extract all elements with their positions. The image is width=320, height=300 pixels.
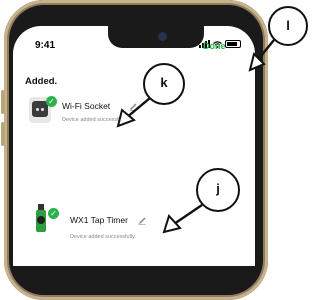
callout-label-k: k: [160, 75, 168, 90]
device-name-tap-timer: WX1 Tap Timer: [70, 215, 128, 225]
device-name-socket: Wi-Fi Socket: [62, 101, 111, 111]
success-check-icon: ✓: [46, 96, 57, 107]
volume-button: [1, 122, 5, 146]
success-check-icon: ✓: [48, 208, 59, 219]
volume-button: [1, 90, 5, 114]
phone-notch: [108, 26, 204, 48]
camera-icon: [158, 32, 167, 41]
section-title: Added.: [25, 76, 58, 87]
callout-label-j: j: [216, 181, 220, 196]
callout-j: [162, 168, 240, 234]
callout-label-l: l: [286, 18, 290, 33]
battery-icon: [225, 40, 241, 48]
done-button[interactable]: Done: [203, 41, 226, 51]
edit-pencil-icon[interactable]: [137, 215, 147, 225]
status-time: 9:41: [35, 40, 56, 51]
callout-l: [248, 6, 308, 72]
device-status-tap-timer: Device added successfully: [70, 234, 135, 240]
tap-timer-icon: [34, 204, 48, 234]
callout-k: [116, 63, 185, 128]
